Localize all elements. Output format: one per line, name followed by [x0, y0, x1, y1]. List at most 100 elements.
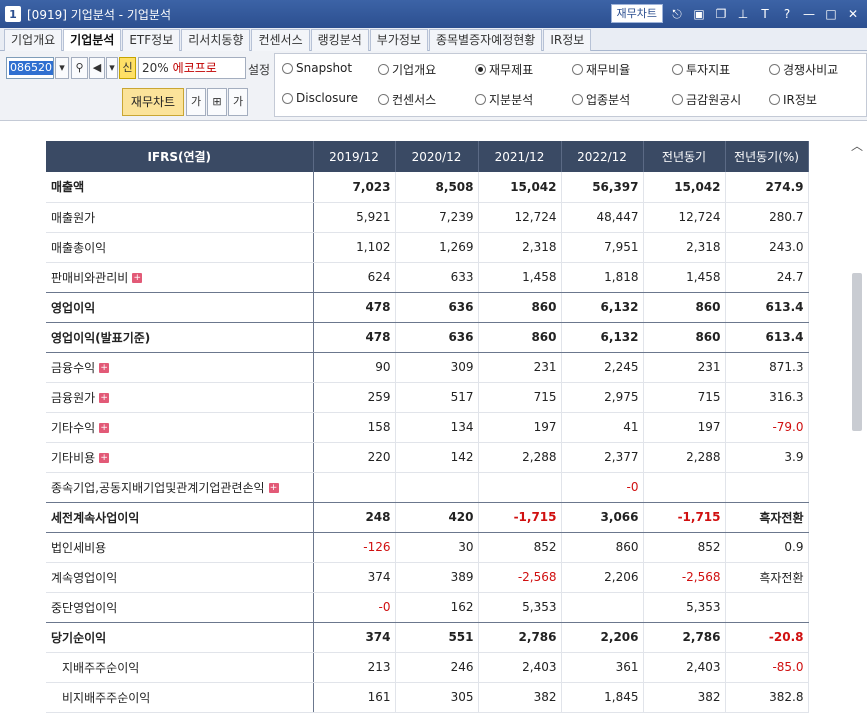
- table-cell: 517: [395, 382, 479, 413]
- radio-option[interactable]: 업종분석: [572, 91, 630, 108]
- maximize-icon[interactable]: □: [823, 6, 839, 22]
- radio-dot-icon[interactable]: [672, 64, 683, 75]
- radio-dot-icon[interactable]: [282, 92, 293, 104]
- table-row: 금융원가 +259 517 715 2,975 715 316.3: [46, 382, 809, 413]
- settings-link[interactable]: 설정: [248, 61, 270, 78]
- radio-option[interactable]: 기업개요: [378, 61, 436, 78]
- expand-plus-icon[interactable]: +: [268, 483, 279, 493]
- tab-8[interactable]: IR정보: [543, 29, 592, 51]
- restore-icon[interactable]: ▣: [691, 6, 707, 22]
- expand-plus-icon[interactable]: +: [99, 453, 110, 463]
- stock-name-field[interactable]: 20% 에코프로: [138, 57, 246, 79]
- font-decrease-button[interactable]: 가: [186, 88, 206, 116]
- tab-2[interactable]: ETF정보: [122, 29, 181, 51]
- radio-dot-icon[interactable]: [475, 64, 486, 75]
- table-row: 중단영업이익 -0 162 5,353 5,353: [46, 592, 809, 623]
- table-row: 매출원가 5,921 7,239 12,724 48,447 12,724 280.7: [46, 202, 809, 233]
- radio-option[interactable]: 금감원공시: [672, 91, 741, 108]
- radio-option[interactable]: 재무비율: [572, 61, 630, 78]
- table-cell: 15,042: [478, 172, 562, 203]
- radio-label: 지분분석: [489, 93, 534, 107]
- row-label: 비지배주주순이익: [46, 682, 314, 713]
- radio-dot-icon[interactable]: [378, 94, 389, 105]
- table-cell: 478: [313, 322, 396, 353]
- close-icon[interactable]: ✕: [845, 6, 861, 22]
- table-cell: 24.7: [725, 262, 809, 293]
- radio-dot-icon[interactable]: [378, 64, 389, 75]
- font-increase-button[interactable]: 가: [228, 88, 248, 116]
- row-label: 지배주주순이익: [46, 652, 314, 683]
- dropdown-arrow-icon[interactable]: ▾: [55, 57, 69, 79]
- search-icon[interactable]: ⚲: [71, 57, 88, 79]
- dropdown-arrow-icon[interactable]: ▾: [106, 57, 118, 79]
- expand-plus-icon[interactable]: +: [99, 423, 110, 433]
- radio-dot-icon[interactable]: [769, 94, 780, 105]
- radio-dot-icon[interactable]: [572, 64, 583, 75]
- pin-icon[interactable]: ⊥: [735, 6, 751, 22]
- row-label: 계속영업이익: [46, 562, 314, 593]
- table-cell: 3.9: [725, 442, 809, 473]
- radio-option[interactable]: Disclosure: [282, 91, 358, 105]
- table-cell: 2,377: [561, 442, 644, 473]
- table-cell: [395, 472, 479, 503]
- table-cell: -20.8: [725, 622, 809, 653]
- radio-dot-icon[interactable]: [475, 94, 486, 105]
- radio-option[interactable]: 지분분석: [475, 91, 533, 108]
- tab-4[interactable]: 컨센서스: [251, 29, 310, 51]
- financial-statement-table: IFRS(연결) 2019/12 2020/12 2021/12 2022/12 전년동기…: [46, 141, 809, 713]
- table-row: 법인세비용 -126 30 852 860 852 0.9: [46, 532, 809, 563]
- tab-6[interactable]: 부가정보: [369, 29, 428, 51]
- table-cell: -1,715: [478, 502, 562, 533]
- radio-option[interactable]: 경쟁사비교: [769, 61, 838, 78]
- table-cell: 2,403: [643, 652, 726, 683]
- financial-chart-toolbar-button[interactable]: 재무차트: [122, 88, 184, 116]
- expand-plus-icon[interactable]: +: [99, 363, 110, 373]
- radio-label: 업종분석: [586, 93, 631, 107]
- table-cell: 7,951: [561, 232, 644, 263]
- row-label: 세전계속사업이익: [46, 502, 314, 533]
- tab-0[interactable]: 기업개요: [4, 29, 63, 51]
- new-indicator-button[interactable]: 신: [119, 57, 136, 79]
- radio-option[interactable]: 재무제표: [475, 61, 533, 78]
- table-cell: 636: [395, 322, 479, 353]
- table-cell: 478: [313, 292, 396, 323]
- stock-name: 에코프로: [172, 61, 217, 75]
- tab-5[interactable]: 랭킹분석: [310, 29, 369, 51]
- scrollbar-thumb[interactable]: [852, 273, 862, 431]
- table-cell: 1,458: [643, 262, 726, 293]
- table-cell: 30: [395, 532, 479, 563]
- radio-dot-icon[interactable]: [672, 94, 683, 105]
- link-icon[interactable]: ⎋: [669, 6, 685, 22]
- financial-chart-button[interactable]: 재무차트: [610, 4, 663, 23]
- row-label: 매출원가: [46, 202, 314, 233]
- tab-7[interactable]: 종목별증자예정현황: [428, 29, 543, 51]
- title-bar: 1 [0919] 기업분석 - 기업분석 재무차트 ⎋ ▣ ❐ ⊥ T ? — …: [0, 0, 867, 28]
- row-label: 금융수익 +: [46, 352, 314, 383]
- stock-code-input[interactable]: 086520: [6, 57, 54, 79]
- radio-option[interactable]: Snapshot: [282, 61, 352, 75]
- row-label: 판매비와관리비 +: [46, 262, 314, 293]
- radio-dot-icon[interactable]: [769, 64, 780, 75]
- radio-option[interactable]: 투자지표: [672, 61, 730, 78]
- table-cell: 860: [643, 322, 726, 353]
- minimize-icon[interactable]: —: [801, 6, 817, 22]
- tab-3[interactable]: 리서치동향: [181, 29, 251, 51]
- radio-dot-icon[interactable]: [572, 94, 583, 105]
- table-cell: 374: [313, 622, 396, 653]
- font-icon[interactable]: T: [757, 6, 773, 22]
- table-cell: 2,318: [643, 232, 726, 263]
- radio-dot-icon[interactable]: [282, 62, 293, 74]
- tab-1[interactable]: 기업분석: [63, 29, 122, 52]
- expand-plus-icon[interactable]: +: [99, 393, 110, 403]
- table-cell: 613.4: [725, 292, 809, 323]
- table-cell: [643, 472, 726, 503]
- copy-icon[interactable]: ❐: [713, 6, 729, 22]
- expand-plus-icon[interactable]: +: [132, 273, 143, 283]
- table-cell: 41: [561, 412, 644, 443]
- radio-option[interactable]: 컨센서스: [378, 91, 436, 108]
- scroll-up-icon[interactable]: ︿: [850, 137, 864, 153]
- radio-option[interactable]: IR정보: [769, 91, 817, 108]
- help-icon[interactable]: ?: [779, 6, 795, 22]
- fit-width-icon[interactable]: ⊞: [207, 88, 227, 116]
- speaker-icon[interactable]: ◀: [89, 57, 105, 79]
